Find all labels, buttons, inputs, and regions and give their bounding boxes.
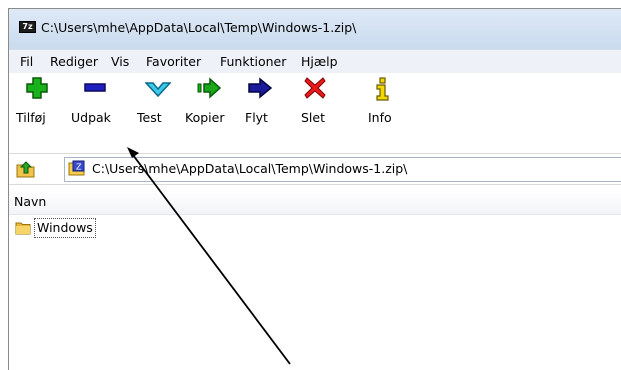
annotation-arrow [127,147,291,365]
